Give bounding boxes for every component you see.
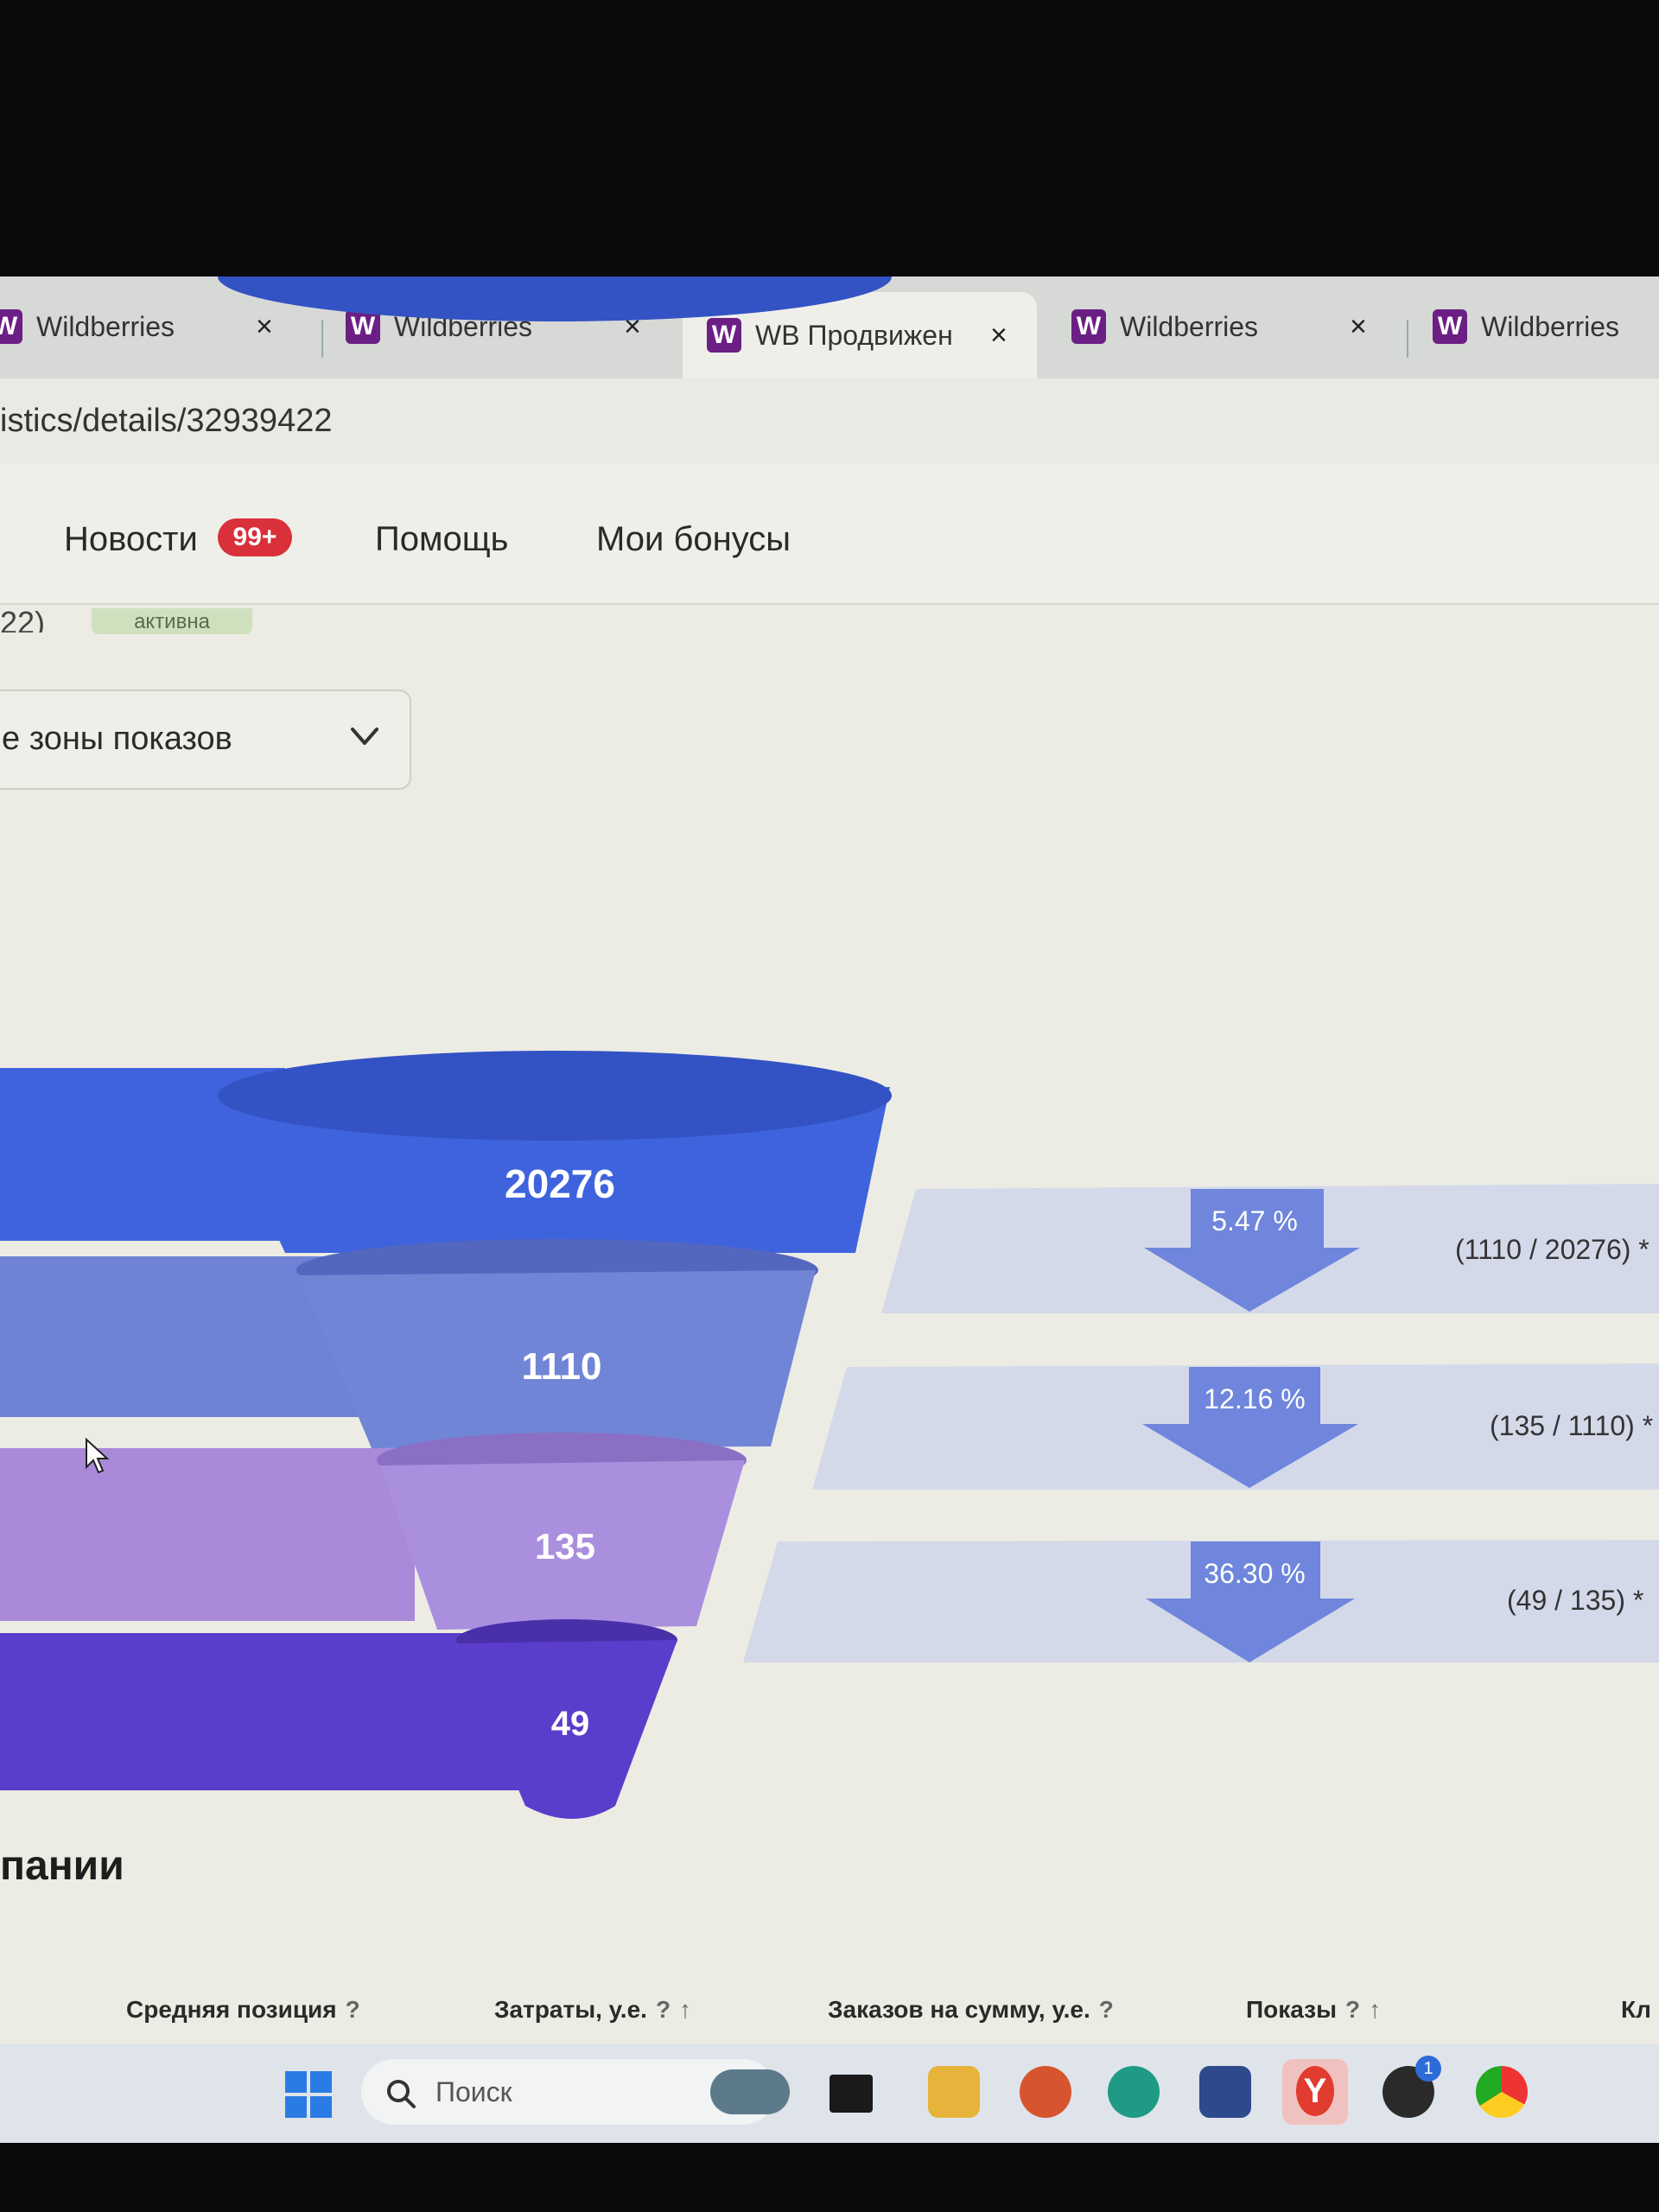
- funnel-stage-4-value: 49: [551, 1705, 590, 1743]
- col-clicks[interactable]: Кл: [1621, 1996, 1651, 2024]
- task-view-icon[interactable]: [830, 2075, 873, 2113]
- yandex-icon: Y: [1296, 2066, 1334, 2116]
- col-avg-position[interactable]: Средняя позиция?: [126, 1996, 360, 2024]
- search-highlight-image: [710, 2069, 790, 2114]
- copilot-icon[interactable]: [1020, 2066, 1071, 2118]
- screen: W Wildberries × W Wildberries × W WB Про…: [0, 276, 1659, 2143]
- help-icon[interactable]: ?: [1345, 1996, 1360, 2023]
- col-orders-sum[interactable]: Заказов на сумму, у.е.?: [828, 1996, 1114, 2024]
- taskbar: Поиск Y 1: [0, 2044, 1659, 2143]
- chrome-icon[interactable]: [1476, 2066, 1528, 2118]
- conversion-ratio-1: (1110 / 20276) *: [1455, 1234, 1649, 1265]
- conversion-ratio-3: (49 / 135) *: [1507, 1585, 1644, 1616]
- col-impressions[interactable]: Показы? ↑: [1246, 1996, 1381, 2024]
- funnel-band-3: [0, 1448, 415, 1621]
- windows-start-icon[interactable]: [285, 2071, 332, 2118]
- search-placeholder: Поиск: [435, 2076, 512, 2107]
- section-title: пании: [0, 1843, 124, 1889]
- mouse-cursor-icon: [86, 1438, 110, 1474]
- search-icon: [387, 2080, 416, 2108]
- col-costs[interactable]: Затраты, у.е.? ↑: [494, 1996, 691, 2024]
- funnel-stage-3-value: 135: [535, 1526, 595, 1567]
- help-icon[interactable]: ?: [346, 1996, 360, 2023]
- funnel-stage-1-value: 20276: [505, 1161, 615, 1206]
- edge-browser-icon[interactable]: [1108, 2066, 1160, 2118]
- notification-badge: 1: [1415, 2056, 1441, 2082]
- sort-arrow-up-icon[interactable]: ↑: [1369, 1996, 1381, 2023]
- conversion-ratio-2: (135 / 1110) *: [1490, 1410, 1654, 1441]
- conversion-percent-3: 36.30 %: [1204, 1558, 1305, 1589]
- help-icon[interactable]: ?: [1099, 1996, 1114, 2023]
- store-icon[interactable]: [1199, 2066, 1251, 2118]
- funnel-band-4: [0, 1633, 518, 1790]
- conversion-percent-2: 12.16 %: [1204, 1383, 1305, 1414]
- taskbar-search-box[interactable]: Поиск: [361, 2059, 790, 2125]
- funnel-stage-2-value: 1110: [521, 1345, 601, 1388]
- funnel-chart: 20276 1110 135 49 5.47 % 12.16 % 36.30 %: [0, 276, 1659, 1819]
- sort-arrow-up-icon[interactable]: ↑: [679, 1996, 691, 2023]
- whatsapp-icon[interactable]: 1: [1382, 2056, 1441, 2118]
- help-icon[interactable]: ?: [656, 1996, 671, 2023]
- file-explorer-icon[interactable]: [928, 2066, 980, 2118]
- conversion-percent-1: 5.47 %: [1211, 1205, 1298, 1236]
- funnel-stage-1-top: [218, 276, 892, 321]
- yandex-browser-button[interactable]: Y: [1282, 2059, 1348, 2125]
